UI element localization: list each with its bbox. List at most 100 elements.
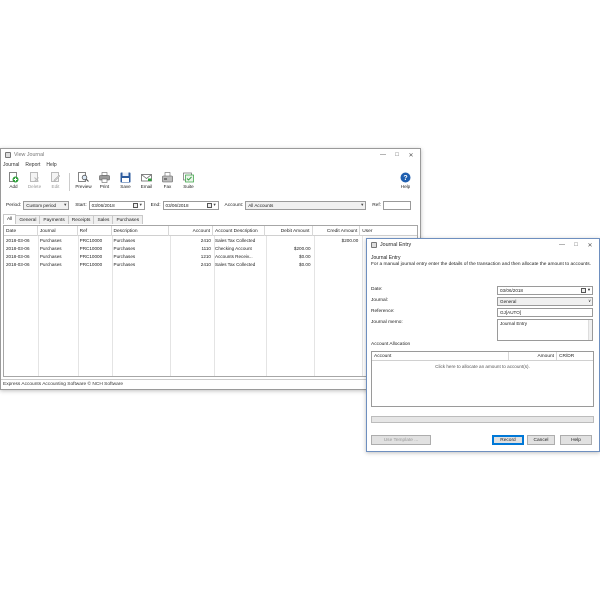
table-row[interactable]: 2018-03-06 Purchases PRC10000 Purchases 1210…	[4, 252, 417, 260]
use-template-button[interactable]: Use Template ...	[371, 435, 431, 445]
tab-payments[interactable]: Payments	[39, 215, 69, 224]
ref-input[interactable]	[383, 200, 412, 210]
tab-receipts[interactable]: Receipts	[67, 215, 95, 224]
fax-icon	[162, 172, 173, 183]
alloc-col-crdr[interactable]: CR/DR	[557, 352, 593, 360]
print-label: Print	[99, 184, 110, 189]
cell-credit-amount	[313, 244, 361, 252]
status-bar: Express Accounts Accounting Software © N…	[1, 379, 420, 389]
end-date-value: 03/06/2018	[165, 202, 189, 208]
svg-text:?: ?	[403, 175, 407, 182]
date-label: Date:	[371, 287, 383, 292]
cell-debit-amount: $0.00	[299, 253, 311, 259]
calendar-icon	[206, 202, 212, 208]
close-button[interactable]: ✕	[404, 149, 418, 161]
minimize-button[interactable]: —	[376, 149, 390, 161]
journal-table[interactable]: Date Journal Ref Description Account Acc…	[3, 225, 418, 377]
col-credit-amount[interactable]: Credit Amount	[313, 226, 361, 236]
maximize-button[interactable]: □	[390, 149, 404, 161]
save-label: Save	[120, 184, 131, 189]
date-input[interactable]: 03/06/2018 ▼	[497, 286, 593, 295]
cell-description: Purchases	[113, 253, 136, 259]
table-body: 2018-03-06 Purchases PRC10000 Purchases 2410…	[4, 236, 417, 376]
chevron-down-icon: ▼	[63, 201, 68, 207]
help-button[interactable]: ? Help	[395, 171, 416, 193]
tab-general[interactable]: General	[15, 215, 41, 224]
menu-journal[interactable]: Journal	[3, 162, 19, 168]
edit-button[interactable]: Edit	[45, 171, 66, 193]
view-journal-window: View Journal — □ ✕ Journal Report Help A…	[0, 148, 421, 390]
cell-description: Purchases	[113, 261, 136, 267]
menu-help[interactable]: Help	[46, 162, 56, 168]
start-date-input[interactable]: 03/06/2018 ▼	[88, 200, 145, 210]
journal-select[interactable]: General ∨	[497, 297, 593, 306]
chevron-down-icon: ▼	[360, 201, 365, 207]
dialog-close-button[interactable]: ✕	[583, 239, 597, 251]
col-date[interactable]: Date	[4, 226, 38, 236]
col-account[interactable]: Account	[169, 226, 214, 236]
start-date-value: 03/06/2018	[91, 202, 115, 208]
print-button[interactable]: Print	[94, 171, 115, 193]
ref-label: Ref:	[372, 202, 382, 208]
journal-entry-dialog: Journal Entry — □ ✕ Journal Entry For a …	[366, 238, 600, 452]
add-button[interactable]: Add	[3, 171, 24, 193]
col-account-description[interactable]: Account Description	[213, 226, 265, 236]
floppy-disk-icon	[120, 172, 131, 183]
dialog-maximize-button[interactable]: □	[569, 239, 583, 251]
suite-button[interactable]: Suite	[178, 171, 199, 193]
fax-button[interactable]: Fax	[157, 171, 178, 193]
tab-purchases[interactable]: Purchases	[112, 215, 144, 224]
alloc-col-amount[interactable]: Amount	[509, 352, 557, 360]
help-label: Help	[400, 184, 411, 189]
date-value: 03/06/2018	[500, 288, 523, 293]
suite-label: Suite	[183, 184, 194, 189]
add-label: Add	[9, 184, 18, 189]
dialog-minimize-button[interactable]: —	[555, 239, 569, 251]
fax-label: Fax	[163, 184, 172, 189]
col-user[interactable]: User	[360, 226, 417, 236]
table-row[interactable]: 2018-03-06 Purchases PRC10000 Purchases 2410…	[4, 236, 417, 244]
menu-report[interactable]: Report	[25, 162, 40, 168]
save-button[interactable]: Save	[115, 171, 136, 193]
reference-input[interactable]: GJ[AUTO]	[497, 308, 593, 317]
col-description[interactable]: Description	[112, 226, 170, 236]
dialog-titlebar[interactable]: Journal Entry — □ ✕	[367, 239, 599, 251]
allocation-hint[interactable]: Click here to allocate an amount to acco…	[372, 364, 593, 369]
email-button[interactable]: Email	[136, 171, 157, 193]
table-row[interactable]: 2018-03-06 Purchases PRC10000 Purchases 2410…	[4, 260, 417, 268]
cell-account: 1210	[200, 253, 211, 259]
account-select[interactable]: All Accounts ▼	[245, 200, 367, 210]
help-button[interactable]: Help	[560, 435, 592, 445]
journal-app-icon	[5, 152, 11, 158]
journal-tabs: All General Payments Receipts Sales Purc…	[3, 214, 144, 224]
period-select[interactable]: Custom period ▼	[23, 200, 70, 210]
cell-account-description: Sales Tax Collected	[215, 261, 256, 267]
cell-ref: PRC10000	[79, 245, 103, 251]
cell-credit-amount: $200.00	[341, 237, 359, 243]
memo-textarea[interactable]: Journal Entry	[497, 319, 593, 341]
period-label: Period:	[6, 202, 22, 208]
alloc-col-account[interactable]: Account	[372, 352, 509, 360]
tab-sales[interactable]: Sales	[93, 215, 114, 224]
delete-button[interactable]: Delete	[24, 171, 45, 193]
preview-button[interactable]: Preview	[73, 171, 94, 193]
main-titlebar[interactable]: View Journal — □ ✕	[1, 149, 420, 161]
end-label: End:	[150, 202, 161, 208]
end-date-input[interactable]: 03/06/2018 ▼	[162, 200, 219, 210]
col-debit-amount[interactable]: Debit Amount	[265, 226, 313, 236]
allocation-table[interactable]: Account Amount CR/DR Click here to alloc…	[371, 351, 594, 407]
preview-label: Preview	[75, 184, 92, 189]
cell-debit-amount: $200.00	[293, 245, 311, 251]
filter-bar: Period: Custom period ▼ Start: 03/06/201…	[3, 199, 418, 211]
chevron-down-icon: ▼	[138, 201, 143, 207]
cancel-button[interactable]: Cancel	[527, 435, 555, 445]
cell-account: 2410	[200, 237, 211, 243]
table-row[interactable]: 2018-03-06 Purchases PRC10000 Purchases 1110…	[4, 244, 417, 252]
memo-scrollbar[interactable]	[588, 320, 592, 340]
allocation-bar	[371, 416, 594, 423]
record-button[interactable]: Record	[492, 435, 524, 445]
col-journal[interactable]: Journal	[38, 226, 78, 236]
col-ref[interactable]: Ref	[78, 226, 112, 236]
tab-all[interactable]: All	[3, 214, 17, 224]
cell-journal: Purchases	[39, 237, 62, 243]
